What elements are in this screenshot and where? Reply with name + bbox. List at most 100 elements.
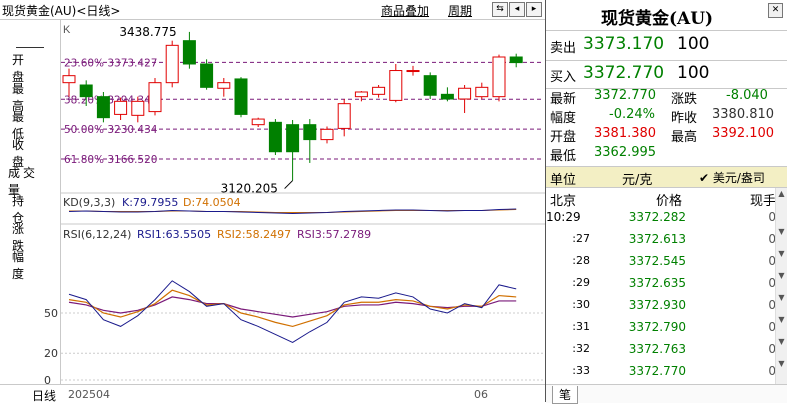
tick-row: :30 3372.930 0 bbox=[546, 298, 780, 320]
k-label: K bbox=[63, 24, 71, 36]
tick-time: 10:29 bbox=[546, 210, 581, 224]
quote-panel: 现货黄金(AU) ✕ 卖出 3373.170 100 买入 3372.770 1… bbox=[546, 0, 787, 404]
tick-price: 3372.282 bbox=[628, 210, 686, 224]
tick-time: :33 bbox=[572, 364, 590, 377]
close-icon[interactable]: ✕ bbox=[768, 3, 783, 18]
period-high-label: 3438.775 bbox=[119, 25, 176, 39]
rsi2-value: RSI2:58.2497 bbox=[217, 228, 291, 241]
low-value: 3362.995 bbox=[594, 145, 657, 160]
candle-body bbox=[79, 84, 93, 98]
tick-row: :33 3372.770 0 bbox=[546, 364, 780, 386]
tab-bar: 笔 bbox=[546, 384, 787, 404]
tick-time: :28 bbox=[572, 254, 590, 267]
scroll-arrow-icon[interactable]: ▼ bbox=[776, 270, 787, 281]
candle-body bbox=[492, 56, 506, 98]
tick-price: 3372.763 bbox=[628, 342, 686, 356]
tick-price: 3372.635 bbox=[628, 276, 686, 290]
candle-body bbox=[182, 40, 196, 65]
candle-body bbox=[165, 44, 179, 84]
bid-price: 3372.770 bbox=[583, 63, 665, 83]
scroll-arrow-icon[interactable]: ▼ bbox=[776, 358, 787, 369]
ask-volume: 100 bbox=[677, 34, 710, 54]
candle-body bbox=[268, 121, 282, 153]
candle-body bbox=[251, 118, 265, 126]
tick-row: :28 3372.545 0 bbox=[546, 254, 780, 276]
ask-label: 卖出 bbox=[550, 41, 577, 56]
tick-time: :30 bbox=[572, 298, 590, 311]
open-label: 开盘 bbox=[550, 130, 577, 145]
candle-body bbox=[234, 78, 248, 115]
axis-end-label: 06 bbox=[474, 388, 488, 401]
price-chart[interactable]: K 23.60% 3373.42738.20% 3294.34750.00% 3… bbox=[0, 0, 545, 402]
candle-body bbox=[509, 56, 523, 64]
latest-value: 3372.770 bbox=[594, 88, 657, 103]
scroll-arrow-icon[interactable]: ▼ bbox=[776, 314, 787, 325]
tick-time: :32 bbox=[572, 342, 590, 355]
candle-body bbox=[200, 63, 214, 88]
tick-time: :29 bbox=[572, 276, 590, 289]
candle-body bbox=[337, 103, 351, 129]
candle-body bbox=[148, 82, 162, 113]
stats-block: 最新 3372.770 涨跌 -8.040 幅度 -0.24% 昨收 3380.… bbox=[546, 88, 787, 167]
rsi-axis-label: 50 bbox=[44, 307, 58, 320]
fib-label: 50.00% 3230.434 bbox=[64, 124, 158, 136]
prev-close-label: 昨收 bbox=[671, 111, 698, 126]
candle-body bbox=[62, 75, 76, 84]
currency-toggle[interactable]: ✔ 美元/盎司 bbox=[699, 169, 765, 186]
timeframe-label: 日线 bbox=[32, 389, 57, 403]
scroll-arrow-icon[interactable]: ▼ bbox=[776, 336, 787, 347]
candle-body bbox=[354, 91, 368, 98]
quote-title: 现货黄金(AU) bbox=[601, 9, 714, 29]
scroll-arrow-icon[interactable]: ▼ bbox=[776, 292, 787, 303]
fib-label: 23.60% 3373.427 bbox=[64, 57, 157, 69]
candle-body bbox=[217, 82, 231, 89]
rsi-axis-label: 20 bbox=[44, 347, 58, 360]
ticks-price-header: 价格 bbox=[656, 194, 683, 209]
candle-body bbox=[440, 93, 454, 100]
candle-body bbox=[320, 128, 334, 141]
scroll-arrow-icon[interactable]: ▼ bbox=[776, 248, 787, 259]
period-low-label: 3120.205 bbox=[221, 182, 278, 196]
candle-body bbox=[406, 70, 420, 73]
tick-row: :31 3372.790 0 bbox=[546, 320, 780, 342]
tick-time: :27 bbox=[572, 232, 590, 245]
high-value: 3392.100 bbox=[712, 126, 775, 141]
candle-body bbox=[131, 100, 145, 116]
scroll-arrow-icon[interactable]: ▼ bbox=[776, 226, 787, 237]
quote-header: 现货黄金(AU) ✕ bbox=[546, 0, 787, 31]
unit-bar: 单位 元/克 ✔ 美元/盎司 bbox=[546, 167, 787, 188]
axis-start-label: 202504 bbox=[68, 388, 110, 401]
rsi-name: RSI(6,12,24) bbox=[63, 228, 131, 241]
ticks-place-header: 北京 bbox=[550, 194, 577, 209]
tick-price: 3372.770 bbox=[628, 364, 686, 378]
ask-row: 卖出 3373.170 100 bbox=[546, 31, 787, 61]
time-axis: 日线 202504 06 bbox=[0, 384, 545, 403]
percent-value: -0.24% bbox=[609, 107, 655, 122]
rsi2-line bbox=[68, 289, 517, 328]
bid-volume: 100 bbox=[677, 63, 710, 83]
kd-k-value: K:79.7955 bbox=[122, 196, 178, 209]
fib-label: 61.80% 3166.520 bbox=[64, 154, 157, 166]
scroll-up-icon[interactable]: ▲ bbox=[776, 188, 787, 199]
tab-ticks[interactable]: 笔 bbox=[552, 386, 579, 404]
ticks-volume-header: 现手 bbox=[750, 194, 777, 209]
candle-body bbox=[389, 70, 403, 101]
ticks-scrollbar[interactable]: ▲ ▼ ▼ ▼ ▼ ▼ ▼ ▼ bbox=[775, 188, 787, 384]
tick-price: 3372.613 bbox=[628, 232, 686, 246]
prev-close-value: 3380.810 bbox=[712, 107, 775, 122]
candle-body bbox=[372, 86, 386, 95]
candle-body bbox=[303, 124, 317, 141]
candle-body bbox=[475, 86, 489, 98]
ticks-header: 北京 价格 现手 bbox=[546, 188, 787, 209]
rsi1-value: RSI1:63.5505 bbox=[137, 228, 211, 241]
candle-body bbox=[423, 75, 437, 96]
tick-price: 3372.930 bbox=[628, 298, 686, 312]
unit-value: 元/克 bbox=[622, 173, 653, 188]
rsi3-line bbox=[68, 296, 517, 318]
change-label: 涨跌 bbox=[671, 92, 698, 107]
tick-row: 10:29 3372.282 0 bbox=[546, 210, 780, 232]
unit-label: 单位 bbox=[550, 173, 577, 188]
high-label: 最高 bbox=[671, 130, 698, 145]
ask-price: 3373.170 bbox=[583, 34, 665, 54]
candle-body bbox=[114, 100, 128, 115]
